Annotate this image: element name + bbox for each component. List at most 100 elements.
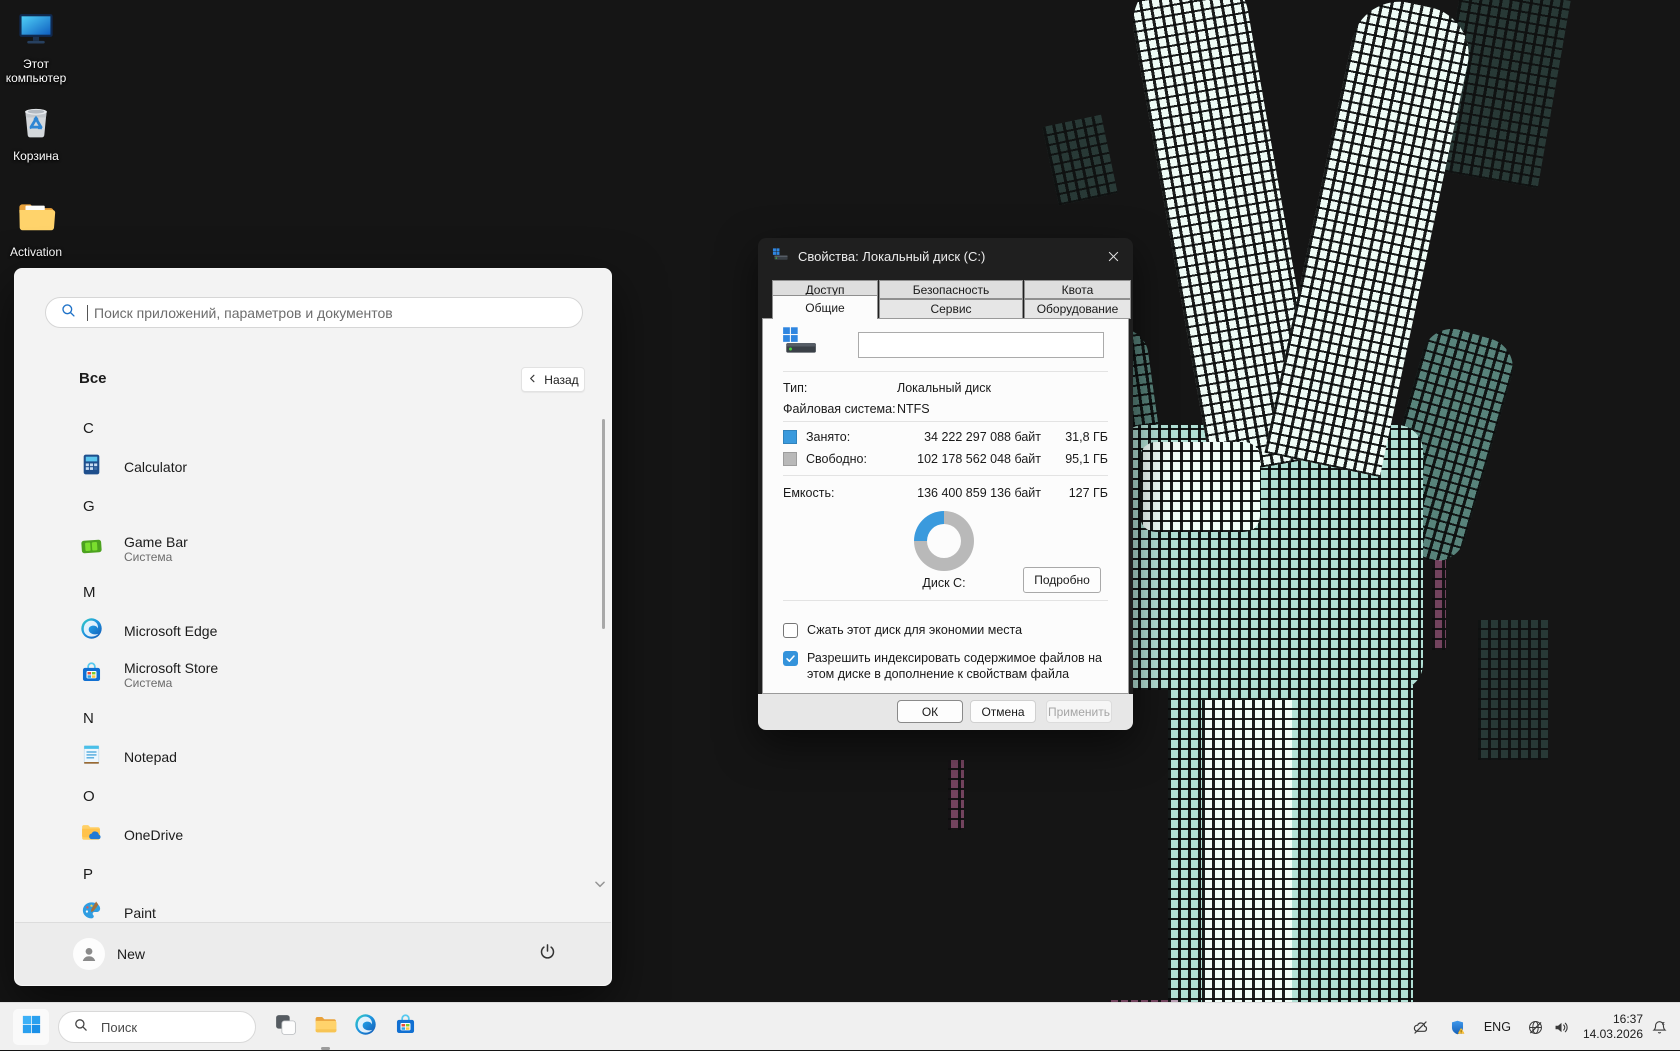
tab-безопасность[interactable]: Безопасность — [879, 280, 1023, 299]
drive-icon — [772, 247, 789, 265]
power-icon — [538, 942, 557, 966]
wallpaper-glitch — [1432, 560, 1446, 650]
usage-bytes: 102 178 562 048 байт — [917, 452, 1041, 466]
chevron-left-icon — [527, 373, 538, 387]
start-menu: Все Назад CCalculatorGGame BarСистемаMMi… — [14, 268, 612, 986]
divider — [783, 421, 1108, 422]
clock[interactable]: 16:37 14.03.2026 — [1583, 1012, 1643, 1042]
desktop-icon-recycle-bin[interactable]: Корзина — [0, 100, 72, 163]
all-apps-title: Все — [79, 370, 107, 387]
edge-icon — [353, 1012, 378, 1042]
app-item-microsoft-edge[interactable]: Microsoft Edge — [15, 611, 597, 651]
all-apps-list: CCalculatorGGame BarСистемаMMicrosoft Ed… — [15, 409, 597, 933]
dialog-tab-page-general: Тип:Локальный дискФайловая система:NTFS … — [762, 318, 1129, 694]
edge-button[interactable] — [346, 1008, 384, 1046]
file-explorer-icon — [313, 1012, 338, 1042]
checkbox-label: Разрешить индексировать содержимое файло… — [807, 650, 1116, 683]
app-section-letter-P[interactable]: P — [15, 855, 597, 893]
app-item-notepad[interactable]: Notepad — [15, 737, 597, 777]
capacity-size: 127 ГБ — [1041, 486, 1108, 500]
network-offline-icon[interactable] — [1527, 1019, 1544, 1036]
app-section-letter-N[interactable]: N — [15, 699, 597, 737]
user-profile-button[interactable]: New — [73, 938, 145, 970]
field-label: Тип: — [783, 381, 807, 395]
details-button[interactable]: Подробно — [1023, 567, 1101, 593]
usage-row-1: Свободно: 102 178 562 048 байт95,1 ГБ — [783, 449, 1108, 469]
app-section-letter-M[interactable]: M — [15, 573, 597, 611]
ok-button[interactable]: ОК — [897, 700, 963, 723]
capacity-bytes: 136 400 859 136 байт — [917, 486, 1041, 500]
start-search-input[interactable] — [92, 304, 568, 322]
chevron-down-icon[interactable] — [593, 877, 607, 891]
store-button[interactable] — [386, 1008, 424, 1046]
checkbox-checked[interactable] — [783, 651, 798, 666]
app-section-letter-G[interactable]: G — [15, 487, 597, 525]
notification-dnd-icon[interactable]: z — [1651, 1019, 1668, 1036]
desktop-icon-label: Корзина — [13, 149, 59, 163]
capacity-donut — [914, 511, 974, 571]
app-item-onedrive[interactable]: OneDrive — [15, 815, 597, 855]
user-name: New — [117, 946, 145, 962]
tab-квота[interactable]: Квота — [1024, 280, 1131, 299]
close-icon[interactable] — [1096, 241, 1130, 271]
edge-icon — [79, 616, 104, 646]
windows-logo-icon — [20, 1013, 43, 1041]
language-indicator[interactable]: ENG — [1484, 1020, 1511, 1034]
app-name: Microsoft Edge — [124, 623, 217, 639]
back-button[interactable]: Назад — [521, 367, 585, 392]
app-item-microsoft-store[interactable]: Microsoft StoreСистема — [15, 651, 597, 699]
app-item-game-bar[interactable]: Game BarСистема — [15, 525, 597, 573]
app-subtitle: Система — [124, 550, 188, 564]
usage-size: 95,1 ГБ — [1041, 452, 1108, 466]
app-item-calculator[interactable]: Calculator — [15, 447, 597, 487]
task-view-button[interactable] — [266, 1008, 304, 1046]
cancel-button[interactable]: Отмена — [970, 700, 1036, 723]
folder-icon — [15, 196, 57, 243]
dialog-titlebar[interactable]: Свойства: Локальный диск (C:) — [758, 238, 1133, 274]
taskbar-search-box[interactable] — [58, 1011, 256, 1043]
usage-label: Свободно: — [806, 452, 867, 466]
app-section-letter-C[interactable]: C — [15, 409, 597, 447]
wallpaper-noise — [1478, 620, 1548, 760]
capacity-row: Емкость: 136 400 859 136 байт 127 ГБ — [783, 483, 1108, 503]
app-name: Calculator — [124, 459, 187, 475]
search-icon — [60, 302, 77, 324]
disk-label: Диск C: — [894, 576, 994, 590]
apply-button[interactable]: Применить — [1046, 700, 1112, 723]
start-button[interactable] — [12, 1008, 50, 1046]
usage-swatch — [783, 430, 797, 444]
recycle-bin-icon — [15, 100, 57, 147]
app-name: Game Bar — [124, 534, 188, 550]
back-button-label: Назад — [544, 373, 578, 387]
wallpaper-glitch — [948, 760, 964, 830]
app-item-text: Calculator — [124, 459, 187, 475]
store-icon — [393, 1012, 418, 1042]
usage-size: 31,8 ГБ — [1041, 430, 1108, 444]
file-explorer-button[interactable] — [306, 1008, 344, 1046]
notepad-icon — [79, 742, 104, 772]
divider — [783, 600, 1108, 601]
desktop-icon-activation[interactable]: Activation — [0, 196, 72, 259]
tab-сервис[interactable]: Сервис — [879, 299, 1023, 319]
taskbar-search-input[interactable] — [99, 1019, 223, 1036]
text-caret — [87, 305, 88, 321]
power-button[interactable] — [527, 934, 567, 974]
desktop-icon-this-pc[interactable]: Этот компьютер — [0, 8, 72, 86]
system-tray: ENG 16:37 14.03.2026 z — [1412, 1003, 1680, 1051]
volume-label-input[interactable] — [858, 332, 1104, 358]
all-apps-header: Все Назад — [15, 367, 611, 395]
app-item-text: Notepad — [124, 749, 177, 765]
app-section-letter-O[interactable]: O — [15, 777, 597, 815]
onedrive-offline-icon[interactable] — [1412, 1019, 1429, 1036]
volume-icon[interactable] — [1553, 1019, 1570, 1036]
scrollbar-thumb[interactable] — [602, 419, 605, 629]
usage-bytes: 34 222 297 088 байт — [924, 430, 1041, 444]
tab-оборудование[interactable]: Оборудование — [1024, 299, 1131, 319]
tab-общие[interactable]: Общие — [772, 295, 878, 319]
field-label: Файловая система: — [783, 402, 896, 416]
checkbox-unchecked[interactable] — [783, 623, 798, 638]
app-name: Microsoft Store — [124, 660, 218, 676]
start-search-box[interactable] — [45, 297, 583, 328]
security-shield-warning-icon[interactable] — [1449, 1019, 1466, 1036]
properties-dialog: Свойства: Локальный диск (C:) ДоступБезо… — [758, 238, 1133, 730]
